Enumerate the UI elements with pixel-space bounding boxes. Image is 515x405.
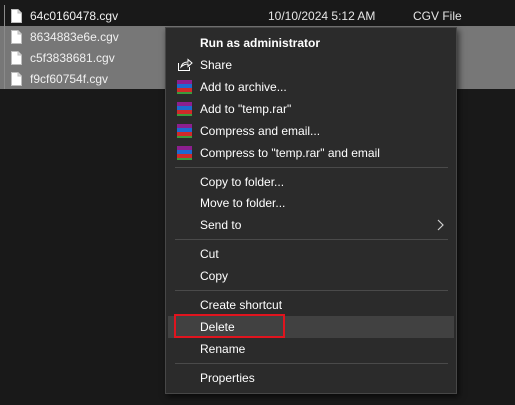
menu-item-label: Add to "temp.rar" bbox=[200, 102, 292, 116]
menu-separator bbox=[175, 363, 448, 364]
menu-item-cut[interactable]: Cut bbox=[168, 243, 454, 265]
winrar-icon bbox=[177, 80, 193, 94]
menu-item-label: Compress and email... bbox=[200, 124, 321, 138]
selection-edge bbox=[4, 5, 5, 89]
menu-item-label: Cut bbox=[200, 247, 219, 261]
menu-item-label: Send to bbox=[200, 218, 242, 232]
menu-item-compress-to-temp-rar-and-email[interactable]: Compress to "temp.rar" and email bbox=[168, 142, 454, 164]
menu-item-properties[interactable]: Properties bbox=[168, 367, 454, 389]
menu-separator bbox=[175, 239, 448, 240]
winrar-icon bbox=[177, 102, 193, 116]
menu-item-label: Properties bbox=[200, 371, 255, 385]
menu-item-copy-to-folder[interactable]: Copy to folder... bbox=[168, 171, 454, 193]
context-menu: Run as administrator Share Add to archiv… bbox=[165, 27, 457, 394]
menu-item-create-shortcut[interactable]: Create shortcut bbox=[168, 294, 454, 316]
file-name: c5f3838681.cgv bbox=[30, 50, 115, 65]
file-icon bbox=[11, 71, 22, 86]
file-name: 64c0160478.cgv bbox=[30, 8, 119, 23]
menu-item-run-as-administrator[interactable]: Run as administrator bbox=[168, 32, 454, 54]
menu-item-share[interactable]: Share bbox=[168, 54, 454, 76]
share-icon bbox=[177, 58, 193, 72]
menu-item-label: Copy bbox=[200, 269, 229, 283]
menu-item-label: Run as administrator bbox=[200, 36, 321, 50]
menu-item-label: Copy to folder... bbox=[200, 175, 285, 189]
menu-item-label: Add to archive... bbox=[200, 80, 287, 94]
menu-item-send-to[interactable]: Send to bbox=[168, 214, 454, 236]
winrar-icon bbox=[177, 146, 193, 160]
file-icon bbox=[11, 8, 22, 23]
menu-item-label: Rename bbox=[200, 342, 246, 356]
file-name: f9cf60754f.cgv bbox=[30, 71, 109, 86]
menu-item-compress-and-email[interactable]: Compress and email... bbox=[168, 120, 454, 142]
menu-item-copy[interactable]: Copy bbox=[168, 265, 454, 287]
menu-separator bbox=[175, 290, 448, 291]
chevron-right-icon bbox=[437, 219, 444, 234]
menu-item-move-to-folder[interactable]: Move to folder... bbox=[168, 192, 454, 214]
winrar-icon bbox=[177, 124, 193, 138]
file-name: 8634883e6e.cgv bbox=[30, 29, 119, 44]
menu-item-add-to-temp-rar[interactable]: Add to "temp.rar" bbox=[168, 98, 454, 120]
file-icon bbox=[11, 50, 22, 65]
file-type: CGV File bbox=[413, 8, 462, 23]
file-date: 10/10/2024 5:12 AM bbox=[268, 8, 376, 23]
menu-item-add-to-archive[interactable]: Add to archive... bbox=[168, 76, 454, 98]
delete-highlight-box bbox=[174, 314, 285, 338]
menu-item-label: Compress to "temp.rar" and email bbox=[200, 146, 380, 160]
menu-item-label: Create shortcut bbox=[200, 298, 283, 312]
menu-item-label: Share bbox=[200, 58, 233, 72]
file-row[interactable]: 64c0160478.cgv 10/10/2024 5:12 AM CGV Fi… bbox=[0, 5, 515, 26]
menu-item-rename[interactable]: Rename bbox=[168, 338, 454, 360]
menu-item-label: Move to folder... bbox=[200, 196, 286, 210]
file-icon bbox=[11, 29, 22, 44]
menu-separator bbox=[175, 167, 448, 168]
